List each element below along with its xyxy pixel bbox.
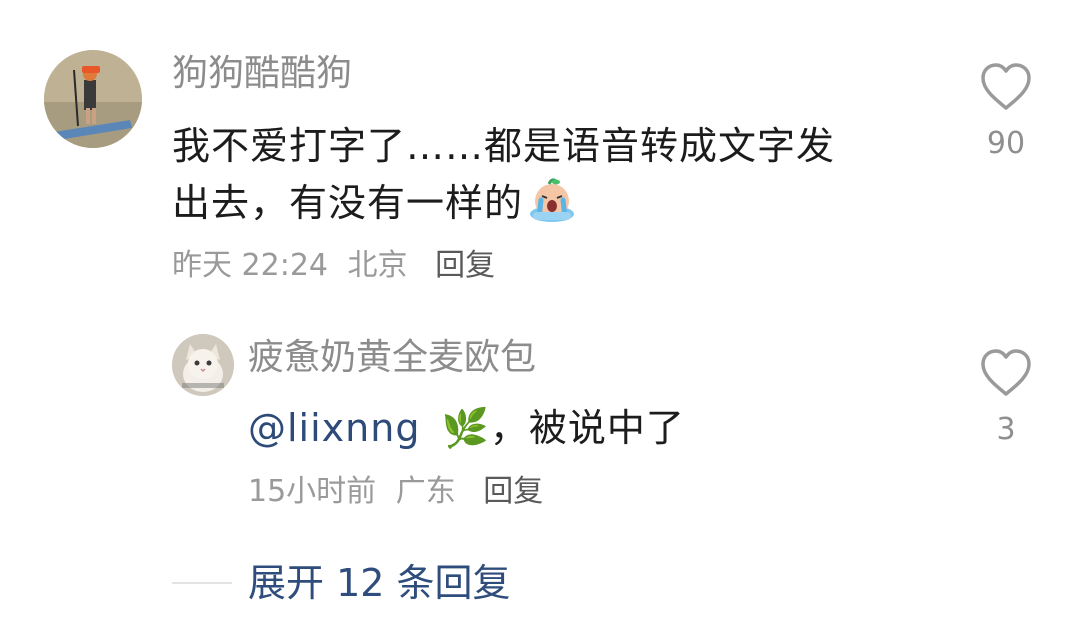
crying-face-emoji-icon <box>527 174 577 224</box>
reply-text: @liixnng 🌿，被说中了 <box>248 400 888 456</box>
reply-time: 15小时前 <box>248 474 377 509</box>
reply-text-rest: ，被说中了 <box>489 406 685 450</box>
comment-like-button[interactable]: 90 <box>966 62 1046 162</box>
comment-text: 我不爱打字了……都是语音转成文字发 出去，有没有一样的 <box>172 118 912 231</box>
comment-text-line2-text: 出去，有没有一样的 <box>172 181 524 225</box>
reply-reply-button[interactable]: 回复 <box>483 474 543 509</box>
reply-meta: 15小时前 广东 回复 <box>248 472 543 512</box>
comment-text-line2: 出去，有没有一样的 <box>172 174 912 231</box>
comment-like-count: 90 <box>986 126 1026 161</box>
reply-like-count: 3 <box>996 412 1016 447</box>
commenter-username[interactable]: 狗狗酷酷狗 <box>172 52 352 96</box>
expand-replies-button[interactable]: 展开 12 条回复 <box>248 560 511 606</box>
comment-text-line1: 我不爱打字了……都是语音转成文字发 <box>172 124 836 168</box>
cat-avatar-icon <box>172 334 234 396</box>
reply-like-button[interactable]: 3 <box>966 348 1046 448</box>
avatar-image-icon <box>44 50 142 148</box>
leaf-emoji-icon: 🌿 <box>441 406 490 450</box>
reply-avatar[interactable] <box>172 334 234 396</box>
comment-reply-button[interactable]: 回复 <box>435 248 495 283</box>
reply-mention-link[interactable]: @liixnng <box>248 406 420 450</box>
reply-location: 广东 <box>395 474 456 509</box>
comment-location: 北京 <box>347 248 408 283</box>
reply-username[interactable]: 疲惫奶黄全麦欧包 <box>248 336 536 380</box>
expand-divider <box>172 582 232 584</box>
heart-outline-icon <box>981 349 1031 396</box>
commenter-avatar[interactable] <box>44 50 142 148</box>
comment-meta: 昨天 22:24 北京 回复 <box>172 246 495 286</box>
comment-time: 昨天 22:24 <box>172 248 328 283</box>
heart-outline-icon <box>981 63 1031 110</box>
